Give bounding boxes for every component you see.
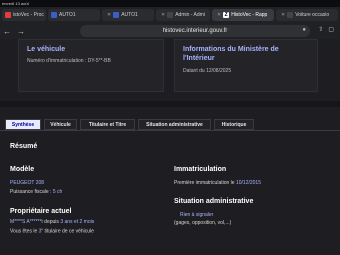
ministry-card-date: Datant du 12/08/2025 bbox=[183, 68, 232, 74]
browser-tab[interactable]: ✕ Voiture occasio bbox=[276, 9, 338, 21]
tab-close-icon[interactable]: ✕ bbox=[217, 12, 221, 18]
browser-tab[interactable]: istoVec - Proc bbox=[2, 9, 46, 21]
summary-heading: Résumé bbox=[10, 143, 38, 150]
owner-rank: Vous êtes le 3e titulaire de ce véhicule bbox=[10, 227, 94, 235]
tab-favicon-icon: Z bbox=[223, 12, 230, 18]
back-arrow-icon[interactable]: ← bbox=[0, 27, 14, 36]
owner-heading: Propriétaire actuel bbox=[10, 208, 72, 215]
browser-tab[interactable]: AUTO1 bbox=[48, 9, 100, 21]
tab-titulaire[interactable]: Titulaire et Titre bbox=[80, 119, 135, 130]
admin-status-detail: (gages, opposition, vol,...) bbox=[174, 220, 232, 226]
tab-close-icon[interactable]: ✕ bbox=[107, 12, 111, 18]
tab-favicon-icon bbox=[113, 12, 120, 18]
tab-favicon-icon bbox=[167, 12, 174, 18]
address-bar-row: ← → histovec.interieur.gouv.fr ● ⇧ ▢ bbox=[0, 23, 340, 39]
tab-close-icon[interactable]: ✕ bbox=[281, 12, 285, 18]
tab-favicon-icon bbox=[5, 12, 11, 18]
browser-tab[interactable]: ✕ Admin - Admi bbox=[156, 9, 210, 21]
tab-close-icon[interactable]: ✕ bbox=[161, 12, 165, 18]
owner-name: M****S A******t bbox=[10, 219, 43, 225]
microphone-icon[interactable]: ● bbox=[302, 27, 306, 33]
first-registration: Première immatriculation le 10/12/2015 bbox=[174, 180, 261, 186]
browser-tab-strip: istoVec - Proc AUTO1 ✕ AUTO1 ✕ Admin - A… bbox=[0, 7, 340, 23]
toolbar-icons: ⇧ ▢ bbox=[318, 26, 334, 33]
registration-heading: Immatriculation bbox=[174, 166, 227, 173]
tab-bar-underline bbox=[0, 130, 340, 131]
vehicle-registration: Numéro d'immatriculation : DY-5**-BB bbox=[27, 58, 111, 64]
fiscal-power-value: 5 ch bbox=[52, 189, 63, 195]
tab-favicon-icon bbox=[287, 12, 294, 18]
page-tab-bar: Synthèse Véhicule Titulaire et Titre Sit… bbox=[0, 119, 340, 130]
owner-since: M****S A******t depuis 3 ans et 2 mois bbox=[10, 219, 95, 225]
forward-arrow-icon[interactable]: → bbox=[14, 27, 28, 36]
admin-status-heading: Situation administrative bbox=[174, 198, 254, 205]
tab-vehicule[interactable]: Véhicule bbox=[44, 119, 77, 130]
fiscal-power: Puissance fiscale : 5 ch bbox=[10, 189, 63, 195]
status-bar: ercredi 13 août bbox=[0, 0, 340, 7]
section-divider bbox=[0, 101, 340, 107]
status-datetime: ercredi 13 août bbox=[2, 1, 29, 6]
model-heading: Modèle bbox=[10, 166, 35, 173]
browser-tab[interactable]: ✕ AUTO1 bbox=[102, 9, 154, 21]
ministry-card-title-line1: Informations du Ministère de bbox=[183, 46, 279, 53]
url-field[interactable]: histovec.interieur.gouv.fr ● bbox=[80, 25, 310, 37]
tab-situation-administrative[interactable]: Situation administrative bbox=[138, 119, 211, 130]
model-name-link[interactable]: PEUGEOT 208 bbox=[10, 180, 44, 186]
ministry-card: Informations du Ministère de l'Intérieur… bbox=[174, 39, 318, 92]
tab-favicon-icon bbox=[51, 12, 57, 18]
url-text: histovec.interieur.gouv.fr bbox=[162, 28, 228, 34]
ministry-card-title-line2: l'Intérieur bbox=[183, 55, 215, 62]
owner-duration: 3 ans et 2 mois bbox=[60, 219, 95, 225]
vehicle-card-title[interactable]: Le véhicule bbox=[27, 46, 65, 53]
page-content: Le véhicule Numéro d'immatriculation : D… bbox=[0, 39, 340, 255]
first-registration-date: 10/12/2015 bbox=[235, 180, 261, 186]
share-icon[interactable]: ⇧ bbox=[318, 26, 323, 33]
admin-status-value: Rien à signaler bbox=[180, 212, 214, 218]
tab-synthese[interactable]: Synthèse bbox=[5, 119, 41, 130]
tabs-overview-icon[interactable]: ▢ bbox=[328, 26, 334, 33]
tab-historique[interactable]: Historique bbox=[214, 119, 254, 130]
browser-tab-active[interactable]: ✕ Z HistoVec - Rapp bbox=[212, 9, 274, 21]
vehicle-card: Le véhicule Numéro d'immatriculation : D… bbox=[18, 39, 164, 92]
